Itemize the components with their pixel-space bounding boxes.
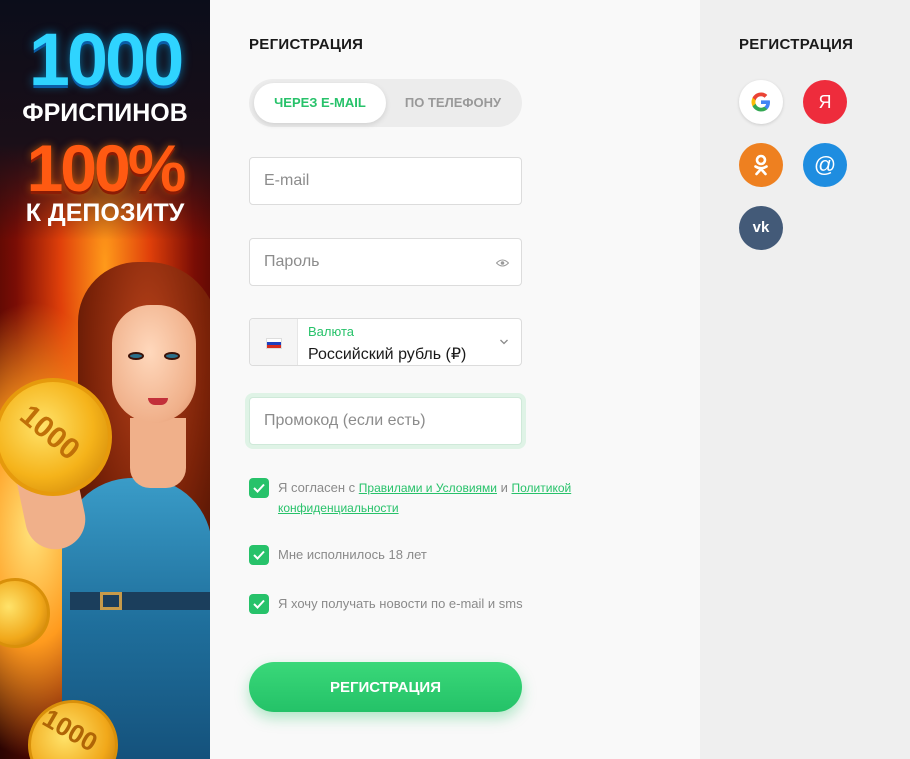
currency-value: Российский рубль (₽)	[308, 346, 467, 363]
russia-flag-icon	[266, 338, 282, 349]
tab-phone[interactable]: ПО ТЕЛЕФОНУ	[389, 83, 517, 123]
banner-coin-text: 1000	[13, 398, 86, 467]
flag-box	[250, 319, 298, 365]
google-login-button[interactable]	[739, 80, 783, 124]
age-checkbox[interactable]	[249, 545, 269, 565]
terms-text-and: и	[497, 480, 512, 495]
banner-bonus-label: К ДЕПОЗИТУ	[25, 199, 185, 227]
news-checkbox[interactable]	[249, 594, 269, 614]
ok-login-button[interactable]	[739, 143, 783, 187]
banner-freespins-count: 1000	[28, 18, 185, 101]
password-input[interactable]	[250, 239, 521, 285]
promo-field	[249, 397, 522, 445]
google-icon	[751, 92, 770, 112]
at-icon: @	[813, 152, 837, 177]
registration-form: РЕГИСТРАЦИЯ ЧЕРЕЗ E-MAIL ПО ТЕЛЕФОНУ Вал…	[210, 0, 700, 759]
banner-character-belt	[70, 592, 210, 610]
banner-character-face	[112, 305, 196, 423]
terms-text: Я согласен с Правилами и Условиями и Пол…	[278, 478, 598, 518]
banner-character-buckle	[100, 592, 122, 610]
news-text: Я хочу получать новости по e-mail и sms	[278, 596, 523, 611]
terms-text-prefix: Я согласен с	[278, 480, 359, 495]
email-input[interactable]	[250, 158, 521, 204]
banner-freespins-label: ФРИСПИНОВ	[22, 99, 188, 127]
form-title: РЕГИСТРАЦИЯ	[249, 36, 364, 53]
age-text: Мне исполнилось 18 лет	[278, 547, 427, 562]
social-registration-panel: РЕГИСТРАЦИЯ Я @ vk	[700, 0, 910, 759]
eye-icon[interactable]	[496, 259, 509, 267]
promo-banner[interactable]: 1000 1000 1000 ФРИСПИНОВ 100% К ДЕПОЗИТУ	[0, 0, 210, 759]
mailru-login-button[interactable]: @	[803, 143, 847, 187]
terms-link[interactable]: Правилами и Условиями	[359, 481, 497, 495]
yandex-icon: Я	[818, 92, 832, 112]
banner-character-eye	[128, 352, 144, 360]
promo-input[interactable]	[250, 398, 521, 444]
checkmark-icon	[253, 550, 265, 560]
banner-character-eye	[164, 352, 180, 360]
registration-method-tabs: ЧЕРЕЗ E-MAIL ПО ТЕЛЕФОНУ	[249, 79, 522, 127]
currency-label: Валюта	[308, 324, 354, 339]
vk-icon: vk	[752, 219, 770, 236]
yandex-login-button[interactable]: Я	[803, 80, 847, 124]
chevron-down-icon	[500, 339, 508, 345]
banner-bonus-percent: 100%	[26, 131, 187, 205]
register-button[interactable]: РЕГИСТРАЦИЯ	[249, 662, 522, 712]
email-field	[249, 157, 522, 205]
terms-checkbox[interactable]	[249, 478, 269, 498]
banner-character-neck	[130, 418, 186, 488]
banner-coin-text: 1000	[37, 702, 103, 758]
ok-icon	[754, 154, 768, 176]
checkmark-icon	[253, 599, 265, 609]
currency-select[interactable]: Валюта Российский рубль (₽)	[249, 318, 522, 366]
checkmark-icon	[253, 483, 265, 493]
password-field	[249, 238, 522, 286]
vk-login-button[interactable]: vk	[739, 206, 783, 250]
tab-email[interactable]: ЧЕРЕЗ E-MAIL	[254, 83, 386, 123]
social-title: РЕГИСТРАЦИЯ	[739, 36, 854, 53]
